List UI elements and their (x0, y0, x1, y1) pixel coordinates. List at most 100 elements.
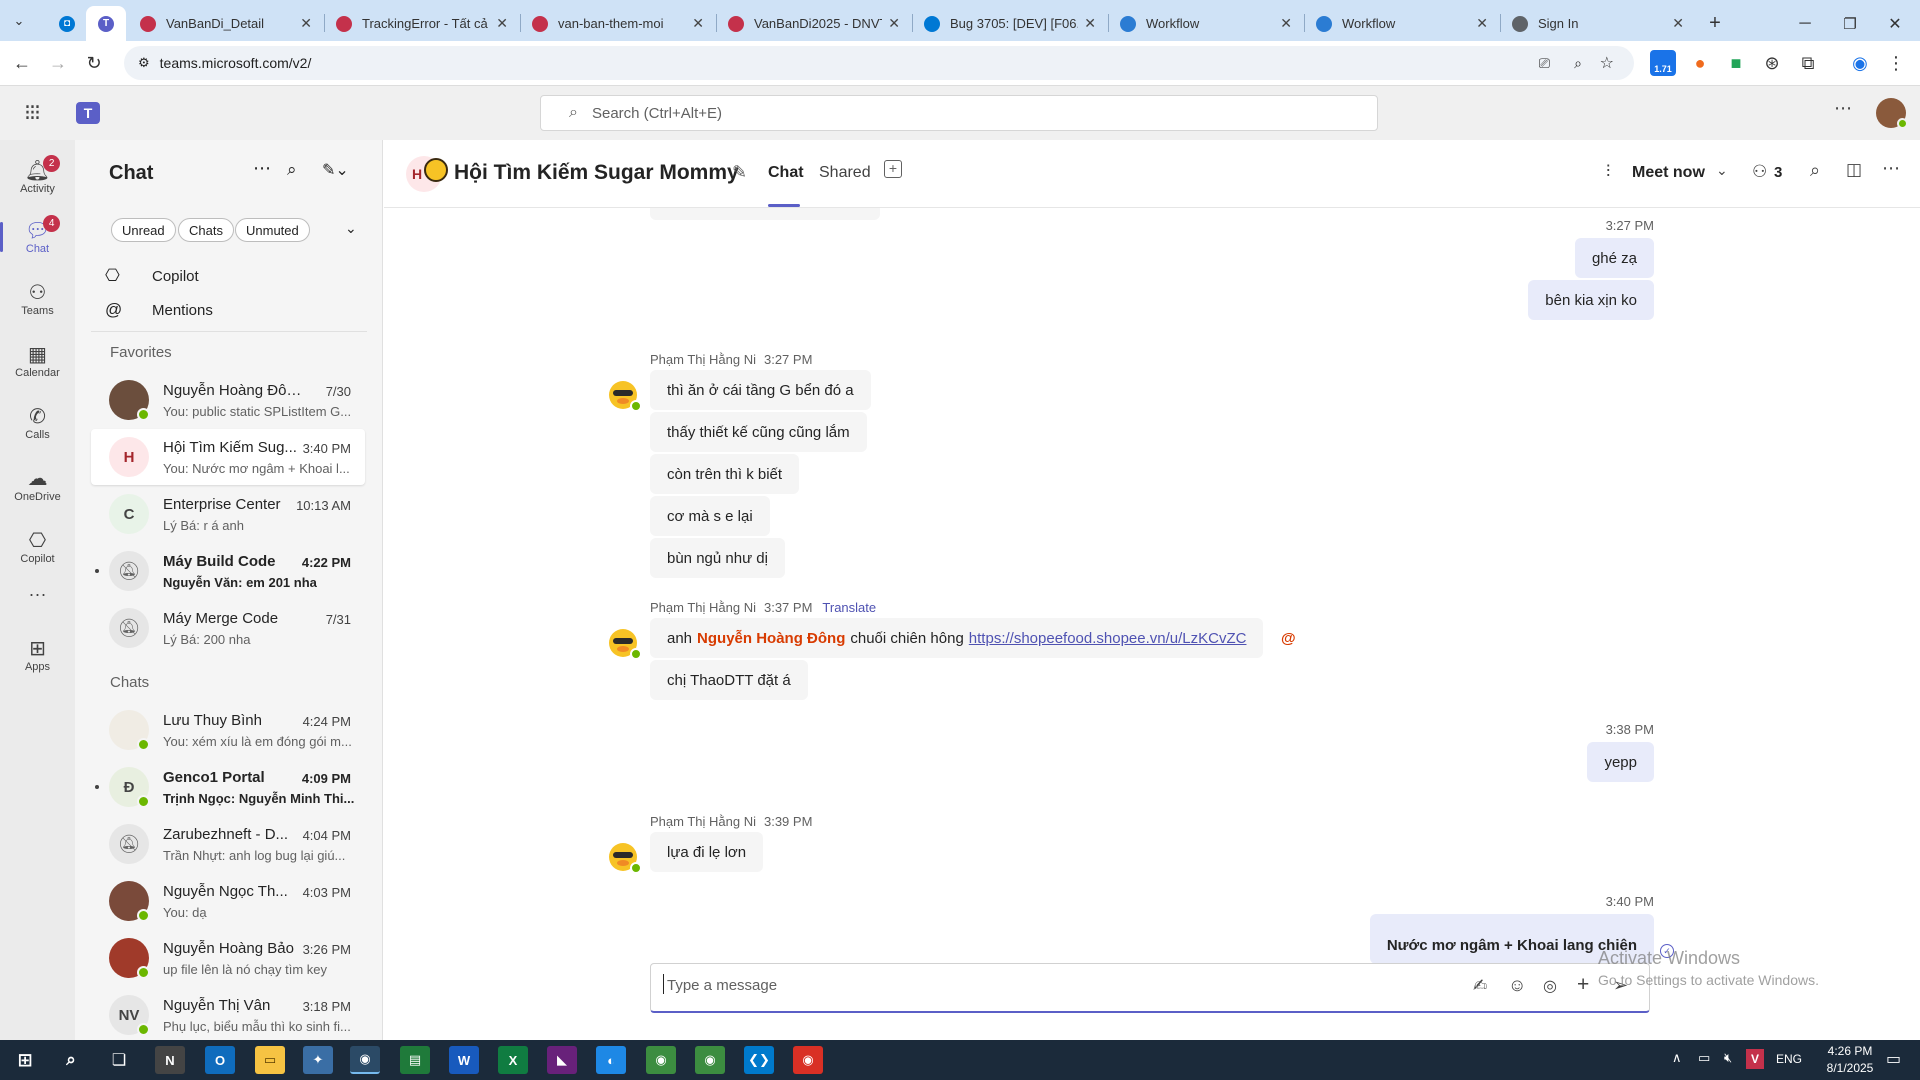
extension-icon-chrome[interactable]: ⊛ (1760, 51, 1784, 75)
chat-list-item[interactable]: NV Nguyễn Thị Vân 3:18 PM Phụ lục, biểu mẫu… (91, 987, 365, 1043)
address-bar[interactable]: ⚙ teams.microsoft.com/v2/ ⎚ ⌕ ☆ (124, 46, 1634, 80)
format-icon[interactable]: ✍ (1473, 976, 1487, 996)
browser-tab[interactable]: Sign In ✕ (1502, 6, 1694, 41)
side-panel-icon[interactable]: ◫ (1846, 160, 1862, 180)
bookmark-star-icon[interactable]: ☆ (1600, 53, 1614, 73)
app-launcher-icon[interactable]: ⁝⁝⁝ (24, 100, 41, 126)
search-icon[interactable]: ⌕ (56, 1046, 86, 1074)
forward-button[interactable]: → (46, 51, 70, 75)
chat-list-item[interactable]: 🔕︎ Máy Merge Code 7/31 Lý Bá: 200 nha (91, 600, 365, 656)
rail-item-onedrive[interactable]: ☁ OneDrive (0, 456, 75, 514)
visual-studio-icon[interactable]: ◣ (547, 1046, 577, 1074)
close-icon[interactable]: ✕ (1672, 15, 1684, 32)
chat-list-item[interactable]: Nguyễn Hoàng Bảo 3:26 PM up file lên là nó… (91, 930, 365, 986)
new-chat-icon[interactable]: ✎⌄ (322, 160, 349, 180)
browser-menu-icon[interactable]: ⋮ (1884, 51, 1908, 75)
volume-muted-icon[interactable]: 🔇︎ (1724, 1050, 1732, 1066)
participants-icon[interactable]: ⚇ (1752, 162, 1767, 182)
rail-item-calendar[interactable]: ▦ Calendar (0, 332, 75, 390)
message-bubble[interactable]: thì ăn ở cái tầng G bển đó a (650, 370, 871, 410)
chat-list-item[interactable]: 🔕︎ Zarubezhneft - D... 4:04 PM Trần Nhựt: a… (91, 816, 365, 872)
extension-icon-green[interactable]: ■ (1724, 51, 1748, 75)
mention-tag[interactable]: Nguyễn Hoàng Đông (697, 630, 845, 647)
excel-icon[interactable]: X (498, 1046, 528, 1074)
close-icon[interactable]: ✕ (300, 15, 312, 32)
filter-unmuted[interactable]: Unmuted (235, 218, 310, 242)
filter-chats[interactable]: Chats (178, 218, 234, 242)
browser-tab[interactable]: van-ban-them-moi ✕ (522, 6, 714, 41)
message-bubble[interactable]: chị ThaoDTT đặt á (650, 660, 808, 700)
extension-badge-icon[interactable]: 1.71 (1650, 50, 1676, 76)
chat-list-item[interactable]: Nguyễn Hoàng Đôn... 7/30 You: public stati… (91, 372, 365, 428)
chat-list-item[interactable]: Nguyễn Ngọc Th... 4:03 PM You: dạ (91, 873, 365, 929)
chevron-down-icon[interactable]: ⌄ (345, 220, 357, 237)
close-icon[interactable]: ✕ (692, 15, 704, 32)
search-input[interactable]: ⌕ Search (Ctrl+Alt+E) (540, 95, 1378, 131)
rail-item-apps[interactable]: ⊞ Apps (0, 626, 75, 684)
profile-icon[interactable]: ◉ (1848, 51, 1872, 75)
tray-overflow-icon[interactable]: ∧ (1672, 1050, 1682, 1066)
rail-item-activity[interactable]: 🔔︎ 2 Activity (0, 148, 75, 206)
notepad-icon[interactable]: ▤ (400, 1046, 430, 1074)
install-app-icon[interactable]: ⎚ (1539, 55, 1550, 72)
browser-tab[interactable]: Workflow ✕ (1110, 6, 1302, 41)
back-button[interactable]: ← (10, 51, 34, 75)
vietkey-icon[interactable]: V (1746, 1049, 1764, 1069)
message-bubble[interactable]: lựa đi lẹ lơn (650, 832, 764, 872)
language-indicator[interactable]: ENG (1776, 1052, 1802, 1066)
close-icon[interactable]: ✕ (1280, 15, 1292, 32)
sender-avatar[interactable] (606, 626, 642, 660)
vscode-icon[interactable]: ❮❯ (744, 1046, 774, 1074)
rail-item-teams[interactable]: ⚇ Teams (0, 270, 75, 328)
notifications-icon[interactable]: ▭ (1886, 1049, 1901, 1069)
search-icon[interactable]: ⌕ (287, 160, 297, 180)
browser-tab[interactable]: Bug 3705: [DEV] [F06.0 ✕ (914, 6, 1106, 41)
app-icon-tool[interactable]: ✦ (303, 1046, 333, 1074)
my-message-bubble[interactable]: bên kia xịn ko (1528, 280, 1654, 320)
browser-tab[interactable]: VanBanDi2025 - DNVT_ ✕ (718, 6, 910, 41)
notion-icon[interactable]: N (155, 1046, 185, 1074)
message-bubble[interactable]: anh Nguyễn Hoàng Đông chuối chiên hông http… (650, 618, 1264, 658)
favorites-header[interactable]: Favorites (110, 344, 172, 361)
add-tab-icon[interactable]: + (884, 160, 902, 178)
windows-start-icon[interactable]: ⊞ (10, 1046, 40, 1074)
message-bubble[interactable]: còn trên thì k biết (650, 454, 800, 494)
reload-button[interactable]: ↻ (82, 51, 106, 75)
attach-plus-icon[interactable]: + (1577, 973, 1589, 997)
browser-tab[interactable]: TrackingError - Tất cả c ✕ (326, 6, 518, 41)
word-icon[interactable]: W (449, 1046, 479, 1074)
meet-now-button[interactable]: Meet now (1632, 164, 1705, 182)
filter-unread[interactable]: Unread (111, 218, 176, 242)
close-icon[interactable]: ✕ (1084, 15, 1096, 32)
chrome-icon-3[interactable]: ◉ (695, 1046, 725, 1074)
chat-list-item[interactable]: Lưu Thuy Bình 4:24 PM You: xém xíu là em đ… (91, 702, 365, 758)
zoom-icon[interactable]: ⌕ (1574, 55, 1582, 72)
network-icon[interactable]: ▭ (1698, 1050, 1710, 1066)
extension-icon-orange[interactable]: ● (1688, 51, 1712, 75)
my-message-bubble[interactable]: ghé zạ (1574, 238, 1654, 278)
task-view-icon[interactable]: ❏ (104, 1046, 134, 1074)
more-apps-icon[interactable]: ··· (0, 582, 75, 606)
message-bubble[interactable]: thấy thiết kế cũng cũng lắm (650, 412, 867, 452)
more-options-icon[interactable]: ⋯ (1882, 158, 1900, 179)
my-message-bubble[interactable]: yepp (1587, 742, 1654, 782)
clock-date[interactable]: 8/1/2025 (1822, 1061, 1878, 1075)
close-icon[interactable]: ✕ (888, 15, 900, 32)
browser-tab[interactable]: VanBanDi_Detail ✕ (130, 6, 322, 41)
chrome-icon-4[interactable]: ◉ (793, 1046, 823, 1074)
copilot-item[interactable]: ⎔ Copilot (105, 264, 375, 292)
message-bubble[interactable]: cơ mà s e lại (650, 496, 770, 536)
chrome-icon[interactable]: ◉ (350, 1046, 380, 1074)
new-tab-button[interactable]: + (1700, 6, 1730, 41)
chat-list-item[interactable]: 🔕︎ Máy Build Code 4:22 PM Nguyễn Văn: em 20… (91, 543, 365, 599)
file-explorer-icon[interactable]: ▭ (255, 1046, 285, 1074)
mentions-item[interactable]: @ Mentions (105, 298, 375, 326)
outlook-icon[interactable]: O (205, 1046, 235, 1074)
browser-tab[interactable]: Workflow ✕ (1306, 6, 1498, 41)
chats-header[interactable]: Chats (110, 674, 149, 691)
composer-placeholder[interactable]: Type a message (667, 977, 777, 994)
chat-list-item[interactable]: Đ Genco1 Portal 4:09 PM Trịnh Ngọc: Nguyễn … (91, 759, 365, 815)
loop-icon[interactable]: ◎ (1543, 976, 1557, 996)
chat-list-item[interactable]: C Enterprise Center 10:13 AM Lý Bá: r á anh (91, 486, 365, 542)
restore-button[interactable]: ❐ (1835, 6, 1865, 41)
